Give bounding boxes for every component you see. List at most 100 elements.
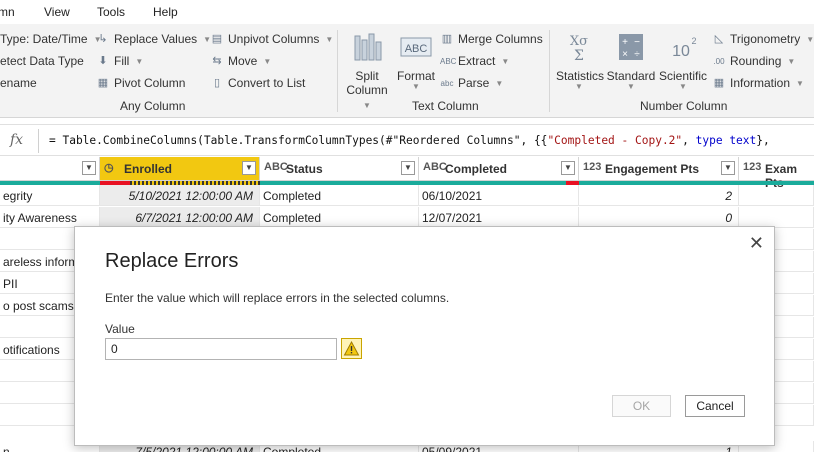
format-label: Format [396,69,435,83]
standard-button[interactable]: + − × ÷ Standard ▼ [606,32,656,91]
text-type-icon: ABC [264,161,288,173]
parse-button[interactable]: abc Parse ▼ [440,76,504,90]
text-column-group-label: Text Column [412,99,479,113]
table-cell-engagement[interactable]: 0 [579,207,739,228]
formula-suffix: }, [756,134,770,147]
pivot-column-button[interactable]: ▦ Pivot Column [96,76,186,90]
number-type-icon: 123 [583,161,602,173]
split-column-button[interactable]: Split Column ▼ [344,32,390,111]
table-cell-course[interactable]: egrity [0,185,100,206]
chevron-down-icon: ▼ [679,82,687,91]
scientific-button[interactable]: 10 2 Scientific ▼ [658,32,708,91]
column-header-status[interactable]: ABC Status ▼ [260,157,419,181]
formula-middle: , [682,134,696,147]
convert-to-list-button[interactable]: ▯ Convert to List [210,76,305,90]
scientific-label: Scientific [658,69,708,83]
detect-data-type-label: etect Data Type [0,54,84,68]
chevron-down-icon[interactable]: ▼ [401,161,415,175]
menu-item-tools[interactable]: Tools [97,5,125,19]
table-cell-completed[interactable]: 06/10/2021 [419,185,579,206]
standard-icon: + − × ÷ [619,34,643,60]
chevron-down-icon[interactable]: ▼ [242,161,256,175]
menu-item-help[interactable]: Help [153,5,178,19]
svg-text:Σ: Σ [574,48,584,62]
convert-to-list-icon: ▯ [213,76,221,89]
table-cell-exam[interactable] [739,207,814,228]
statistics-button[interactable]: Xσ Σ Statistics ▼ [556,32,605,91]
data-type-button[interactable]: Type: Date/Time ▼ [0,32,102,46]
number-column-group-label: Number Column [640,99,728,113]
information-icon: ▦ [713,76,725,89]
text-type-icon: ABC [423,161,447,173]
table-cell-exam[interactable] [739,185,814,206]
move-button[interactable]: ⇆ Move ▼ [210,54,271,68]
trigonometry-icon: ◺ [714,32,724,45]
rename-button[interactable]: ename [0,76,37,90]
fill-icon: ⬇ [98,54,108,67]
menu-item-home[interactable]: mn [0,5,15,19]
unpivot-columns-button[interactable]: ▤ Unpivot Columns ▼ [210,32,334,46]
dialog-title: Replace Errors [105,250,239,272]
merge-columns-button[interactable]: ▥ Merge Columns [440,32,543,46]
replace-values-button[interactable]: ↳ Replace Values ▼ [96,32,211,46]
rounding-icon: .00 [713,56,725,66]
table-cell-completed[interactable]: 12/07/2021 [419,207,579,228]
move-icon: ⇆ [212,54,222,67]
formula-bar: fx = Table.CombineColumns(Table.Transfor… [0,124,814,156]
column-header-engagement-pts[interactable]: 123 Engagement Pts ▼ [579,157,739,181]
ribbon: Type: Date/Time ▼ etect Data Type ename ↳… [0,24,814,118]
standard-label: Standard [606,69,656,83]
rounding-button[interactable]: .00 Rounding ▼ [712,54,795,68]
value-input[interactable] [105,338,337,360]
column-header-course[interactable]: ▼ [0,157,100,181]
table-cell-status[interactable]: Completed [260,185,419,206]
chevron-down-icon: ▼ [627,82,635,91]
formula-text[interactable]: = Table.CombineColumns(Table.TransformCo… [49,134,770,147]
formula-prefix: = Table.CombineColumns(Table.TransformCo… [49,134,548,147]
number-type-icon: 123 [743,161,762,173]
information-button[interactable]: ▦ Information ▼ [712,76,804,90]
merge-columns-label: Merge Columns [458,32,543,46]
chevron-down-icon: ▼ [412,82,420,91]
rename-label: ename [0,76,37,90]
chevron-down-icon[interactable]: ▼ [82,161,96,175]
table-cell-engagement[interactable]: 2 [579,185,739,206]
table-cell-status[interactable]: Completed [260,207,419,228]
warning-icon[interactable] [341,338,362,359]
column-name: Engagement Pts [605,162,700,176]
chevron-down-icon: ▼ [796,78,804,88]
menu-item-view[interactable]: View [44,5,70,19]
fill-button[interactable]: ⬇ Fill ▼ [96,54,143,68]
chevron-down-icon: ▼ [325,34,334,44]
parse-label: Parse [458,76,490,90]
format-button[interactable]: ABC Format ▼ [396,32,436,91]
chevron-down-icon: ▼ [495,78,504,88]
table-cell-enrolled[interactable]: 5/10/2021 12:00:00 AM [100,185,260,206]
fx-icon[interactable]: fx [10,132,23,148]
data-type-label: Type: Date/Time [0,32,88,46]
replace-errors-dialog: Replace Errors ✕ Enter the value which w… [74,226,775,446]
chevron-down-icon: ▼ [787,56,796,66]
ok-button[interactable]: OK [612,395,671,417]
chevron-down-icon[interactable]: ▼ [721,161,735,175]
close-icon[interactable]: ✕ [749,233,764,254]
unpivot-columns-icon: ▤ [211,32,223,45]
pivot-column-label: Pivot Column [114,76,186,90]
column-header-completed[interactable]: ABC Completed ▼ [419,157,579,181]
table-cell-course[interactable]: ity Awareness [0,207,100,228]
information-label: Information [730,76,791,90]
fill-label: Fill [114,54,130,68]
chevron-down-icon: ▼ [806,34,814,44]
column-header-enrolled[interactable]: ◷ Enrolled ▼ [100,157,260,181]
chevron-down-icon[interactable]: ▼ [561,161,575,175]
statistics-label: Statistics [556,69,605,83]
chevron-down-icon: ▼ [501,56,510,66]
column-header-exam-pts[interactable]: 123 Exam Pts [739,157,814,190]
detect-data-type-button[interactable]: etect Data Type [0,54,84,68]
trigonometry-button[interactable]: ◺ Trigonometry ▼ [712,32,814,46]
extract-button[interactable]: ABC Extract ▼ [440,54,509,68]
table-cell-enrolled[interactable]: 6/7/2021 12:00:00 AM [100,207,260,228]
cancel-button[interactable]: Cancel [685,395,745,417]
split-column-label-2: Column ▼ [346,83,388,110]
formula-keyword: type text [695,134,757,147]
